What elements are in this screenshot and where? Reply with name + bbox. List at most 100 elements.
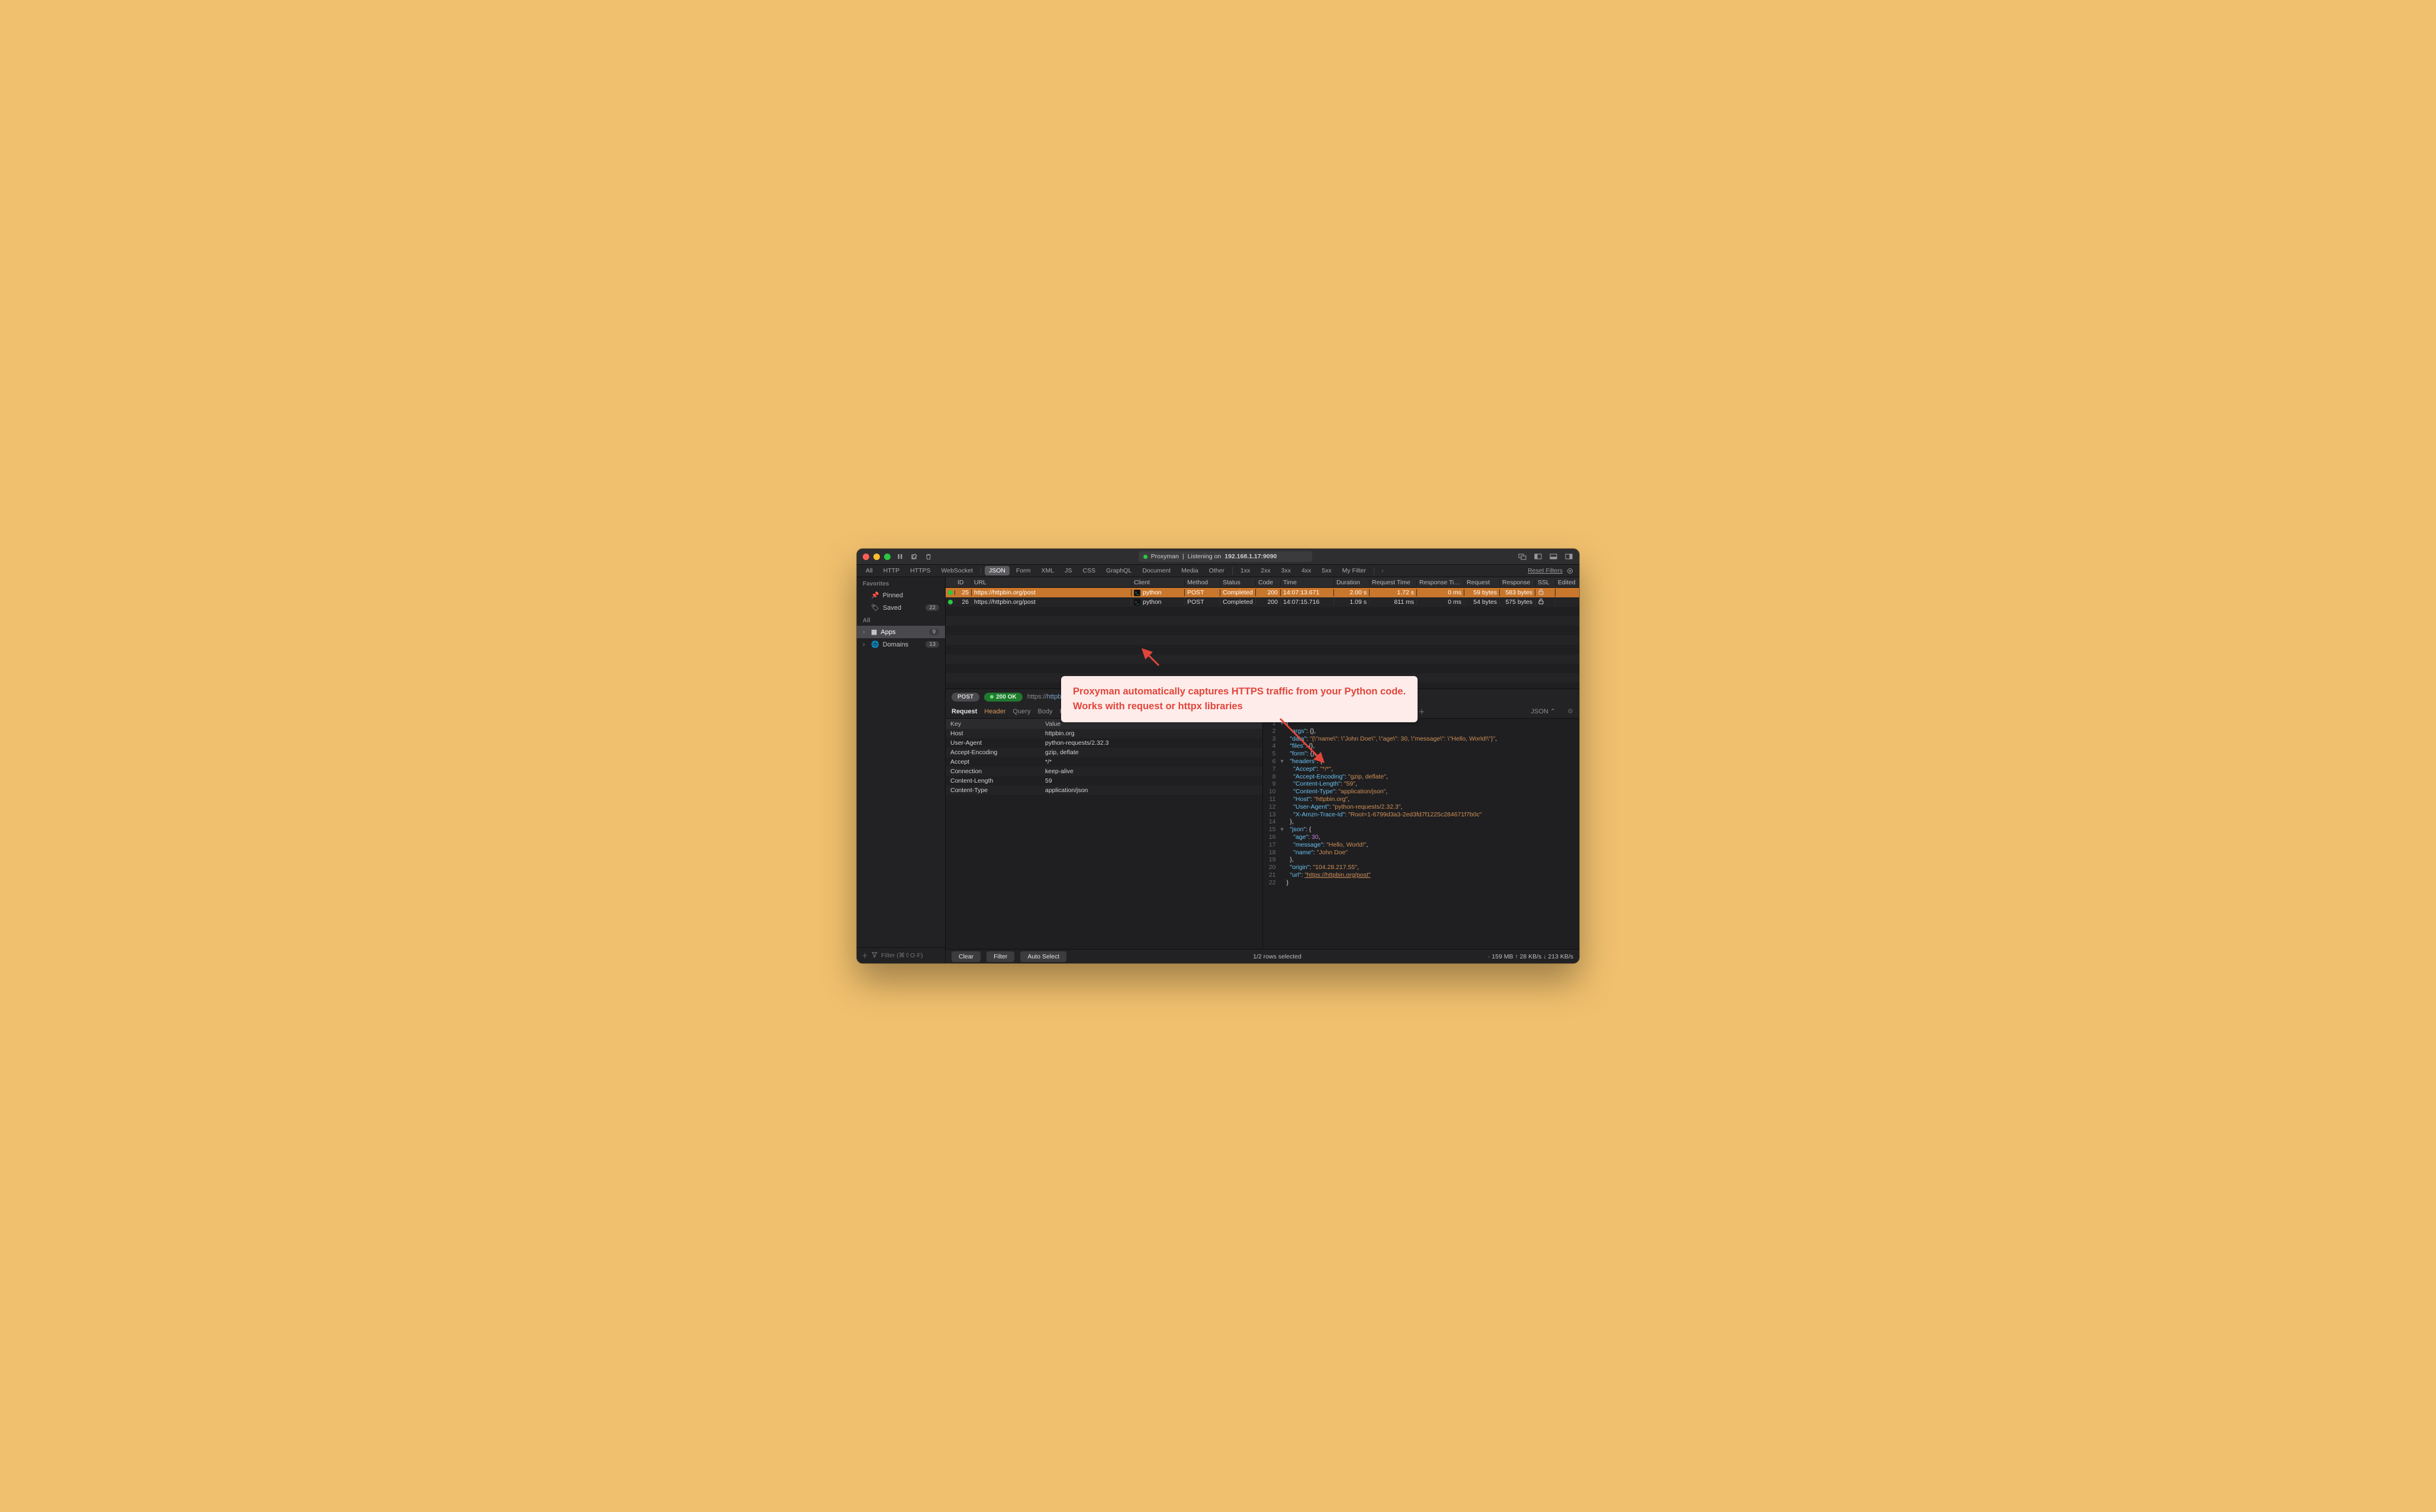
- header-row[interactable]: Accept-Encodinggzip, deflate: [946, 748, 1262, 757]
- col-header[interactable]: ID: [955, 579, 972, 586]
- table-row[interactable]: 26 https://httpbin.org/post ›_python POS…: [946, 597, 1579, 607]
- filter-chip-4xx[interactable]: 4xx: [1297, 566, 1315, 575]
- header-row[interactable]: Content-Typeapplication/json: [946, 786, 1262, 795]
- close-icon[interactable]: [863, 554, 869, 560]
- filter-chip-css[interactable]: CSS: [1078, 566, 1100, 575]
- globe-icon: 🌐: [871, 641, 879, 648]
- col-header[interactable]: Method: [1185, 579, 1220, 586]
- code-line: 15▾ "json": {: [1263, 826, 1580, 834]
- code-line: 4 "files": {},: [1263, 742, 1580, 750]
- response-body-viewer[interactable]: 1▾{2 "args": {},3 "data": "{\"name\": \"…: [1263, 719, 1580, 949]
- filter-settings-icon[interactable]: [1565, 566, 1574, 575]
- col-header[interactable]: Client: [1132, 579, 1185, 586]
- table-body: 25 https://httpbin.org/post ›_python POS…: [946, 588, 1579, 689]
- address-bar[interactable]: Proxyman | Listening on 192.168.1.17:909…: [938, 551, 1513, 562]
- response-pane: Response Header Body Raw Treeview ＋ JSON…: [1262, 704, 1580, 949]
- add-icon[interactable]: ＋: [862, 951, 868, 960]
- terminal-icon: ›_: [1134, 590, 1140, 596]
- filter-chip-my filter[interactable]: My Filter: [1338, 566, 1370, 575]
- header-row[interactable]: User-Agentpython-requests/2.32.3: [946, 738, 1262, 748]
- col-header[interactable]: Response Time: [1417, 579, 1464, 586]
- code-line: 10 "Content-Type": "application/json",: [1263, 788, 1580, 796]
- gear-icon[interactable]: ⚙: [1567, 707, 1573, 715]
- col-header[interactable]: SSL: [1535, 579, 1556, 586]
- reset-filters-link[interactable]: Reset Filters: [1528, 567, 1563, 574]
- terminal-icon: ›_: [1134, 599, 1140, 606]
- sidebar-item-pinned[interactable]: 📌 Pinned: [857, 589, 945, 601]
- filter-chip-graphql[interactable]: GraphQL: [1102, 566, 1136, 575]
- status-pill: 200 OK: [984, 693, 1022, 702]
- filter-chip-1xx[interactable]: 1xx: [1236, 566, 1254, 575]
- chevron-left-icon[interactable]: ‹: [1378, 566, 1387, 575]
- header-row[interactable]: Hosthttpbin.org: [946, 729, 1262, 738]
- code-line: 19 },: [1263, 856, 1580, 864]
- layout-overlap-icon[interactable]: [1518, 552, 1527, 561]
- network-stats: · 159 MB ↑ 28 KB/s ↓ 213 KB/s: [1488, 953, 1573, 960]
- pause-button[interactable]: [895, 552, 905, 561]
- sidebar-header-favorites: Favorites: [857, 577, 945, 589]
- filter-chip-xml[interactable]: XML: [1037, 566, 1059, 575]
- sidebar-item-domains[interactable]: › 🌐 Domains 13: [857, 638, 945, 651]
- filter-chip-other[interactable]: Other: [1205, 566, 1229, 575]
- filter-chip-document[interactable]: Document: [1138, 566, 1175, 575]
- header-row[interactable]: Connectionkeep-alive: [946, 767, 1262, 776]
- compose-icon[interactable]: [910, 552, 919, 561]
- code-line: 16 "age": 30,: [1263, 834, 1580, 841]
- col-header[interactable]: URL: [972, 579, 1132, 586]
- code-line: 7 "Accept": "*/*",: [1263, 765, 1580, 773]
- filter-chip-json[interactable]: JSON: [985, 566, 1010, 575]
- sidebar-item-saved[interactable]: 🏷 Saved 22: [857, 601, 945, 614]
- filter-chip-form[interactable]: Form: [1012, 566, 1035, 575]
- layout-right-icon[interactable]: [1564, 552, 1573, 561]
- filter-chip-5xx[interactable]: 5xx: [1317, 566, 1335, 575]
- filter-chip-media[interactable]: Media: [1177, 566, 1203, 575]
- autoselect-button[interactable]: Auto Select: [1020, 951, 1066, 962]
- selection-count: 1/2 rows selected: [1253, 953, 1301, 960]
- filter-chip-http[interactable]: HTTP: [879, 566, 904, 575]
- filter-chip-websocket[interactable]: WebSocket: [937, 566, 978, 575]
- status-dot-icon: [948, 590, 953, 595]
- zoom-icon[interactable]: [884, 554, 891, 560]
- sidebar-item-apps[interactable]: › ▦ Apps 9: [857, 626, 945, 638]
- filter-button[interactable]: Filter: [986, 951, 1014, 962]
- filter-chip-all[interactable]: All: [862, 566, 877, 575]
- format-select[interactable]: JSON ︎⌃: [1531, 707, 1556, 715]
- lock-open-icon: [1535, 598, 1556, 606]
- col-header[interactable]: Request: [1464, 579, 1500, 586]
- code-line: 6▾ "headers": {: [1263, 758, 1580, 765]
- filter-chip-2xx[interactable]: 2xx: [1256, 566, 1274, 575]
- tab-header[interactable]: Header: [984, 708, 1005, 715]
- filter-chip-https[interactable]: HTTPS: [906, 566, 934, 575]
- layout-bottom-icon[interactable]: [1548, 552, 1558, 561]
- status-bar: Clear Filter Auto Select 1/2 rows select…: [946, 949, 1579, 963]
- lock-open-icon: [1535, 588, 1556, 597]
- col-header[interactable]: Duration: [1334, 579, 1370, 586]
- col-header[interactable]: Response: [1500, 579, 1535, 586]
- filter-chip-3xx[interactable]: 3xx: [1277, 566, 1295, 575]
- col-header[interactable]: Code: [1256, 579, 1281, 586]
- listen-address: 192.168.1.17:9090: [1225, 553, 1277, 560]
- minimize-icon[interactable]: [873, 554, 880, 560]
- col-header[interactable]: Status: [1220, 579, 1256, 586]
- header-row[interactable]: Content-Length59: [946, 776, 1262, 786]
- sidebar-header-all: All: [857, 614, 945, 626]
- traffic-lights: [863, 554, 891, 560]
- add-tab-icon[interactable]: ＋: [1418, 707, 1425, 716]
- code-line: 8 "Accept-Encoding": "gzip, deflate",: [1263, 773, 1580, 781]
- col-header[interactable]: Edited: [1556, 579, 1579, 586]
- code-line: 3 "data": "{\"name\": \"John Doe\", \"ag…: [1263, 735, 1580, 743]
- tab-body[interactable]: Body: [1037, 708, 1052, 715]
- tab-query[interactable]: Query: [1013, 708, 1030, 715]
- filter-chip-js[interactable]: JS: [1060, 566, 1076, 575]
- layout-left-icon[interactable]: [1533, 552, 1542, 561]
- code-line: 13 "X-Amzn-Trace-Id": "Root=1-6799d3a3-2…: [1263, 811, 1580, 819]
- col-header[interactable]: Request Time: [1370, 579, 1417, 586]
- clear-button[interactable]: Clear: [952, 951, 981, 962]
- filter-icon: [872, 952, 878, 960]
- trash-icon[interactable]: [924, 552, 933, 561]
- tag-icon: 🏷: [871, 604, 879, 612]
- header-row[interactable]: Accept*/*: [946, 757, 1262, 767]
- table-row[interactable]: 25 https://httpbin.org/post ›_python POS…: [946, 588, 1579, 597]
- col-header[interactable]: Time: [1281, 579, 1334, 586]
- code-line: 11 "Host": "httpbin.org",: [1263, 796, 1580, 803]
